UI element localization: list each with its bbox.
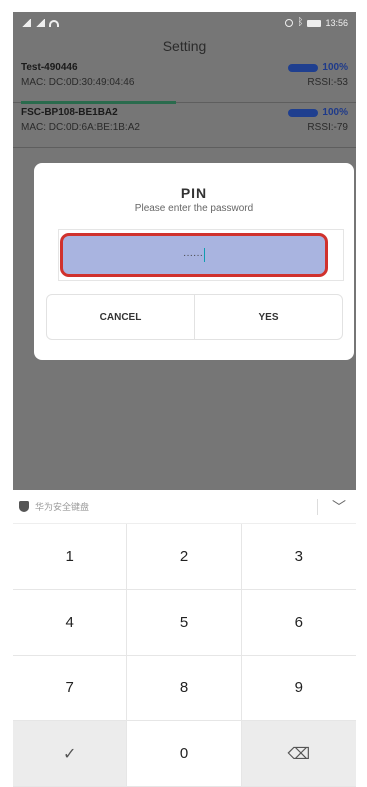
dialog-buttons: CANCEL YES [46,294,343,340]
battery-pill-icon [288,108,319,117]
pin-dialog: PIN Please enter the password ······ CAN… [34,163,354,360]
pin-value: ······ [183,249,203,261]
app-title: Setting [162,38,207,54]
signal-icon [21,19,31,27]
device-battery-value: 100% [322,107,348,118]
key-7[interactable]: 7 [13,655,128,722]
key-6[interactable]: 6 [241,589,356,656]
collapse-keyboard-chevron-icon[interactable]: ﹀ [332,497,356,517]
device-battery: 100% [288,107,348,118]
key-2[interactable]: 2 [127,524,242,590]
wifi-icon [49,19,59,27]
key-1[interactable]: 1 [13,524,128,590]
alarm-icon [285,19,294,27]
key-4[interactable]: 4 [13,589,128,656]
keyboard-brand: 华为安全键盘 [13,500,89,513]
device-mac: MAC: DC:0D:6A:BE:1B:A2 [21,122,140,133]
battery-pill-icon [288,63,319,72]
status-time: 13:56 [325,18,348,28]
device-item[interactable]: Test-490446 100% MAC: DC:0D:30:49:04:46 … [13,58,356,104]
device-item[interactable]: FSC-BP108-BE1BA2 100% MAC: DC:0D:6A:BE:1… [13,103,356,148]
device-name: FSC-BP108-BE1BA2 [21,107,118,118]
phone-screen: ᛒ 13:56 Setting Test-490446 100% MAC: DC… [0,0,367,787]
numeric-keypad: 1 2 3 4 5 6 7 8 9 ✓ 0 ⌫ [13,524,356,787]
key-5[interactable]: 5 [127,589,242,656]
backspace-icon: ⌫ [287,745,311,763]
keyboard-divider [317,498,318,515]
battery-icon [307,19,322,27]
shield-icon [19,501,29,512]
status-right: ᛒ 13:56 [285,18,348,28]
pin-input[interactable]: ······ [60,233,328,277]
device-battery: 100% [288,62,348,73]
device-battery-value: 100% [322,62,348,73]
device-mac: MAC: DC:0D:30:49:04:46 [21,77,135,88]
backspace-key[interactable]: ⌫ [241,721,356,787]
keyboard-header: 华为安全键盘 ﹀ [13,490,356,524]
cancel-button[interactable]: CANCEL [47,295,195,339]
key-8[interactable]: 8 [127,655,242,722]
key-0[interactable]: 0 [127,721,242,787]
dialog-subtitle: Please enter the password [134,203,254,214]
status-bar: ᛒ 13:56 [13,12,356,34]
device-rssi: RSSI:-53 [307,77,348,88]
bluetooth-icon: ᛒ [297,17,304,28]
signal-2-icon [35,19,45,27]
device-rssi: RSSI:-79 [307,122,348,133]
keyboard-brand-label: 华为安全键盘 [35,502,90,512]
text-cursor [203,248,205,262]
key-3[interactable]: 3 [241,524,356,590]
status-left [21,19,59,27]
checkmark-icon: ✓ [62,745,77,763]
dialog-title: PIN [180,185,208,201]
key-9[interactable]: 9 [241,655,356,722]
confirm-key[interactable]: ✓ [13,721,128,787]
yes-button[interactable]: YES [195,295,342,339]
device-name: Test-490446 [21,62,78,73]
